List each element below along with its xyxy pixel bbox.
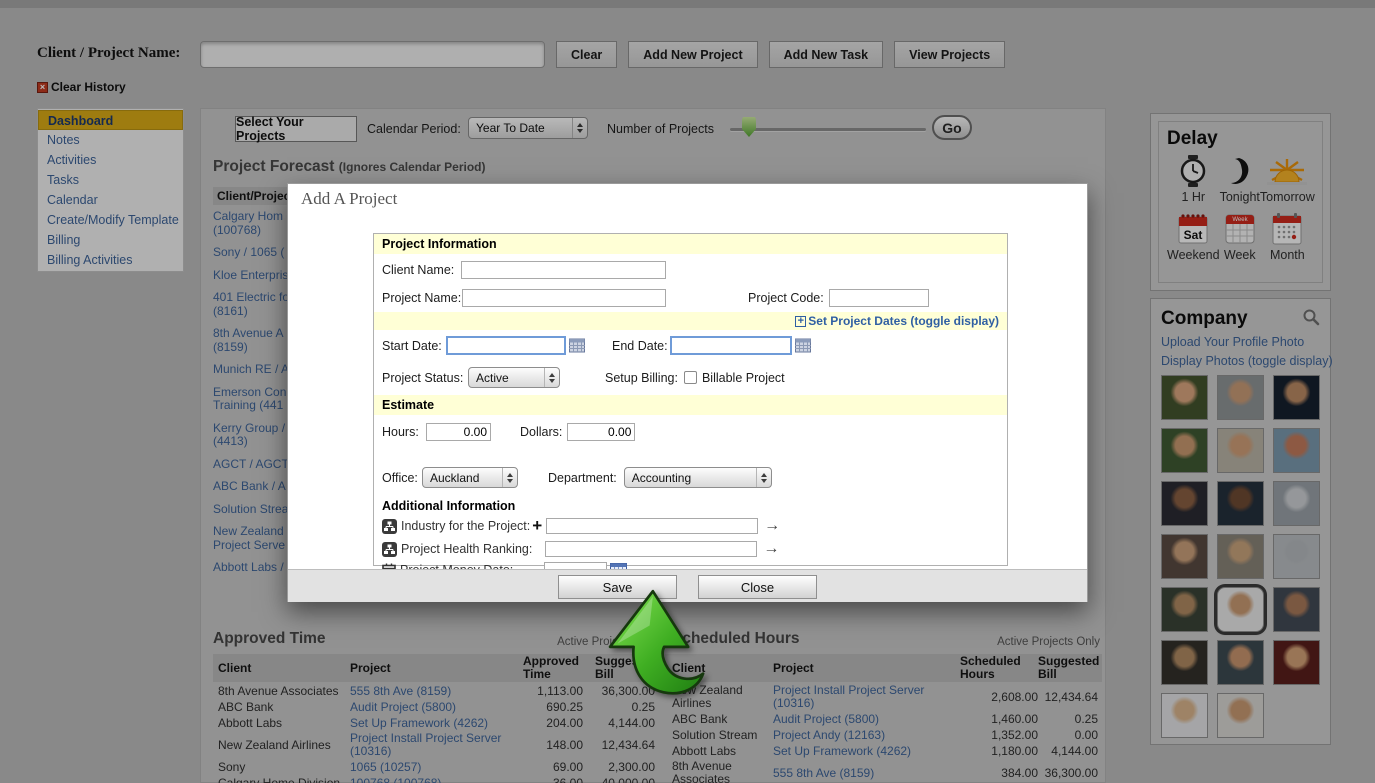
office-select[interactable]: Auckland	[422, 467, 518, 488]
calendar-icon[interactable]	[795, 338, 811, 353]
project-status-label: Project Status:	[382, 371, 468, 385]
project-name-input[interactable]	[462, 289, 666, 307]
org-chart-icon	[382, 519, 397, 534]
office-value: Auckland	[423, 471, 502, 485]
health-ranking-label: Project Health Ranking:	[401, 542, 532, 556]
app-window: Client / Project Name: ClearAdd New Proj…	[0, 0, 1375, 783]
dollars-input[interactable]	[567, 423, 635, 441]
start-date-input[interactable]	[446, 336, 566, 355]
select-stepper-icon	[756, 468, 771, 487]
setup-billing-label: Setup Billing:	[605, 371, 678, 385]
add-project-modal: Add A Project Project Information Client…	[287, 183, 1088, 602]
add-industry-plus-icon[interactable]: +	[532, 516, 542, 536]
dollars-label: Dollars:	[520, 425, 562, 439]
end-date-input[interactable]	[670, 336, 792, 355]
start-date-label: Start Date:	[382, 339, 446, 353]
project-code-input[interactable]	[829, 289, 929, 307]
department-label: Department:	[548, 471, 617, 485]
client-name-input[interactable]	[461, 261, 666, 279]
department-select[interactable]: Accounting	[624, 467, 772, 488]
industry-input[interactable]	[546, 518, 758, 534]
close-button[interactable]: Close	[698, 575, 817, 599]
project-information-section-header: Project Information	[374, 234, 1007, 254]
health-ranking-input[interactable]	[545, 541, 757, 557]
estimate-section-header: Estimate	[374, 395, 1007, 415]
save-button[interactable]: Save	[558, 575, 677, 599]
client-name-label: Client Name:	[382, 263, 461, 277]
plus-icon: +	[795, 316, 806, 327]
end-date-label: End Date:	[612, 339, 670, 353]
additional-information-header: Additional Information	[374, 493, 1007, 514]
billable-project-label: Billable Project	[702, 371, 785, 385]
set-project-dates-link[interactable]: + Set Project Dates (toggle display)	[795, 314, 999, 328]
modal-footer: Save Close	[288, 569, 1087, 602]
lookup-arrow-icon[interactable]: →	[763, 540, 779, 558]
project-status-select[interactable]: Active	[468, 367, 560, 388]
select-stepper-icon	[502, 468, 517, 487]
department-value: Accounting	[625, 471, 756, 485]
project-name-label: Project Name:	[382, 291, 462, 305]
billable-project-checkbox[interactable]	[684, 371, 697, 384]
hours-input[interactable]	[426, 423, 491, 441]
org-chart-icon	[382, 542, 397, 557]
calendar-icon[interactable]	[569, 338, 585, 353]
set-project-dates-text: Set Project Dates (toggle display)	[808, 314, 999, 328]
modal-title: Add A Project	[301, 189, 397, 209]
lookup-arrow-icon[interactable]: →	[764, 517, 780, 535]
add-project-form: Project Information Client Name: Project…	[373, 233, 1008, 566]
set-dates-band: + Set Project Dates (toggle display)	[374, 312, 1007, 330]
project-code-label: Project Code:	[748, 291, 824, 305]
industry-label: Industry for the Project:	[401, 519, 530, 533]
project-status-value: Active	[469, 371, 544, 385]
office-label: Office:	[382, 471, 422, 485]
select-stepper-icon	[544, 368, 559, 387]
hours-label: Hours:	[382, 425, 426, 439]
